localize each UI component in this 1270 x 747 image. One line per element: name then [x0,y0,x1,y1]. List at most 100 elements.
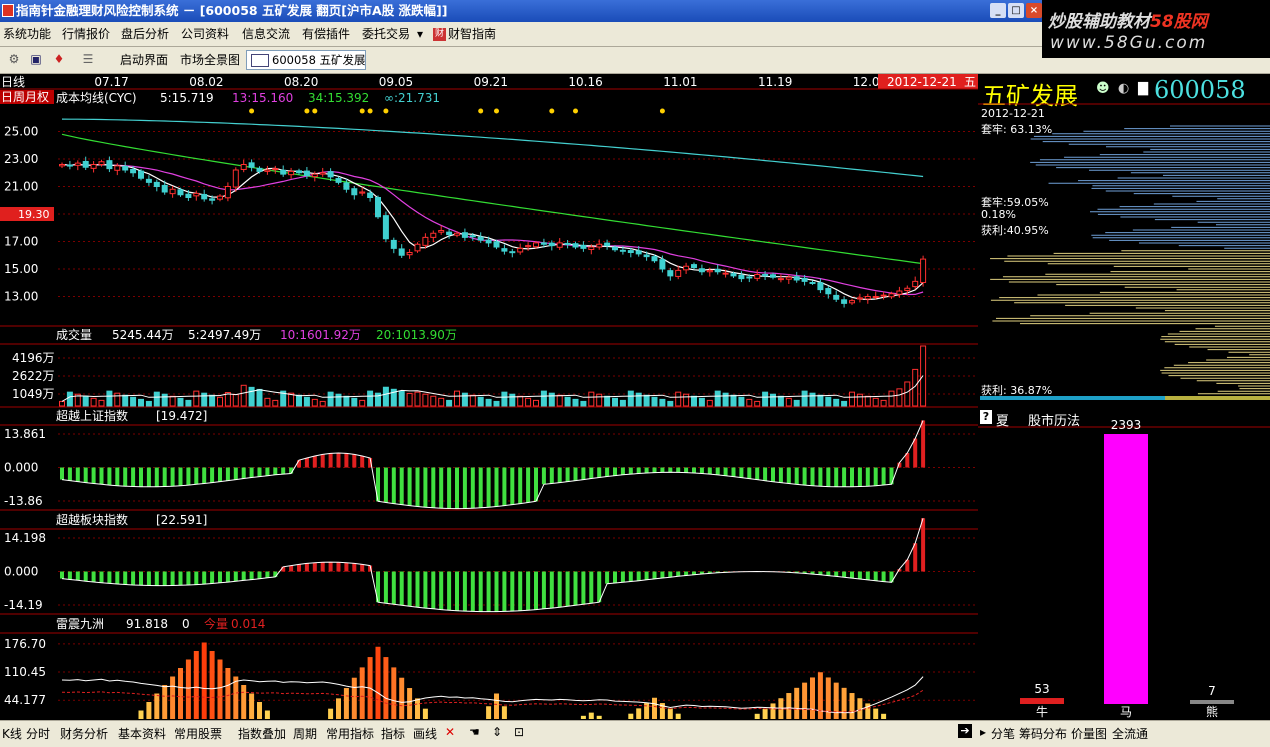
candle-body-90 [771,275,776,277]
window-icon[interactable]: ▣ [28,52,44,67]
volume-bar-32 [312,399,317,406]
lock-icon[interactable]: ⊡ [514,725,524,739]
beat-index-bar-56 [502,468,506,506]
list-icon[interactable]: ☰ [80,52,96,67]
chart-area[interactable]: 日线 07.1708.0208.2009.0509.2110.1611.0111… [0,74,978,720]
beat-index-bar-14 [171,468,175,487]
candle-body-85 [731,274,736,276]
window-title: 指南针金融理财风险控制系统 － [600058 五矿发展 翻页[沪市A股 涨跌幅… [16,0,447,22]
menu-system[interactable]: 系统功能 [3,22,51,46]
status-index-overlay[interactable]: 指数叠加 [238,725,286,742]
watermark-text-2: 58股网 [1150,12,1208,32]
status-float[interactable]: 全流通 [1112,725,1148,742]
tab-stock[interactable]: 600058 五矿发展 [246,50,366,70]
menu-guide-label: 财智指南 [448,27,496,41]
dropdown-arrow-icon[interactable]: ▾ [417,22,423,46]
candle-body-6 [107,161,112,169]
menu-analysis[interactable]: 盘后分析 [121,22,169,46]
candle-body-38 [360,192,365,193]
status-common-stocks[interactable]: 常用股票 [174,725,222,742]
beat-sector-bar-76 [660,572,664,579]
tab-market-overview[interactable]: 市场全景图 [180,52,240,68]
beat-index-value: [19.472] [156,409,207,423]
calendar-label-2: 熊 [1206,704,1218,719]
candle-body-35 [336,179,341,183]
thunder-v2: 0 [182,617,190,631]
ma-label-13: 13:15.160 [232,91,293,105]
beat-index-tick-1: 0.000 [4,461,38,475]
beat-index-bar-76 [660,468,664,473]
beat-sector-bar-78 [676,572,680,577]
dropdown-arrow-icon-2[interactable]: ▸ [980,725,986,739]
status-finance[interactable]: 财务分析 [60,725,108,742]
beat-sector-bar-10 [139,572,143,586]
beat-index-bar-69 [605,468,609,477]
volume-bar-68 [597,394,602,406]
volume-title: 成交量 [56,327,92,342]
candle-body-72 [628,251,633,253]
calendar-chart[interactable]: 53牛2393马7熊 [978,412,1270,720]
thunder-bar-68 [597,716,602,719]
beat-sector-title: 超越板块指数 [56,512,128,527]
arrow-right-icon[interactable]: ➔ [958,724,972,738]
volume-bar-45 [415,392,420,406]
beat-sector-bar-30 [297,564,301,571]
menu-guide[interactable]: 财财智指南 [433,22,496,46]
status-ticks[interactable]: 分笔 [991,725,1015,742]
menu-company[interactable]: 公司资料 [181,22,229,46]
candle-body-75 [652,257,657,261]
chip-profit-1: 获利:40.95% [981,222,1049,238]
calendar-value-0: 53 [1034,682,1049,696]
beat-sector-bar-101 [858,572,862,579]
menu-info[interactable]: 信息交流 [242,22,290,46]
menu-trade[interactable]: 委托交易 [362,22,410,46]
current-price-tag: 19.30 [18,208,50,221]
status-basic[interactable]: 基本资料 [118,725,166,742]
status-indicator[interactable]: 指标 [381,725,405,742]
price-tick-4: 17.00 [4,235,38,249]
volume-bar-39 [368,391,373,406]
menu-plugins[interactable]: 有偿插件 [302,22,350,46]
menu-quotes[interactable]: 行情报价 [62,22,110,46]
minimize-button[interactable]: _ [990,3,1006,18]
status-price-volume[interactable]: 价量图 [1071,725,1107,742]
candle-body-108 [913,281,918,286]
volume-bar-81 [699,398,704,406]
beat-index-bar-93 [795,468,799,485]
status-draw[interactable]: 画线 [413,725,437,742]
move-icon[interactable]: ⇕ [492,725,502,739]
maximize-button[interactable]: □ [1008,3,1024,18]
status-kline[interactable]: K线 [2,725,22,742]
beat-sector-bar-4 [92,572,96,582]
beat-index-bar-60 [534,468,538,502]
volume-bar-34 [328,392,333,406]
hand-icon[interactable]: ☚ [469,725,480,739]
status-common-indicators[interactable]: 常用指标 [326,725,374,742]
candle-body-99 [842,300,847,304]
volume-bar-99 [842,401,847,406]
beat-index-bar-97 [826,468,830,487]
beat-index-bar-68 [597,468,601,478]
close-button[interactable]: × [1026,3,1042,18]
volume-bar-56 [502,392,507,406]
delete-icon[interactable]: ✕ [445,725,455,739]
period-switch[interactable]: 日周月权 [1,90,49,104]
status-timeshare[interactable]: 分时 [26,725,50,742]
beat-sector-bar-18 [202,572,206,585]
beat-sector-bar-11 [147,572,151,586]
beat-sector-bar-26 [265,572,269,578]
pin-icon[interactable]: ♦ [51,52,67,67]
beat-sector-bar-13 [163,572,167,586]
volume-bar-77 [668,401,673,406]
candle-body-101 [857,298,862,299]
tab-startup[interactable]: 启动界面 [120,52,168,68]
candle-body-95 [810,282,815,283]
status-period[interactable]: 周期 [293,725,317,742]
beat-sector-bar-72 [629,572,633,582]
status-chips[interactable]: 筹码分布 [1019,725,1067,742]
settings-icon[interactable]: ⚙ [6,52,22,67]
beat-sector-bar-9 [131,572,135,585]
candle-body-19 [210,199,215,200]
beat-sector-bar-77 [668,572,672,578]
beat-index-bar-62 [550,468,554,484]
